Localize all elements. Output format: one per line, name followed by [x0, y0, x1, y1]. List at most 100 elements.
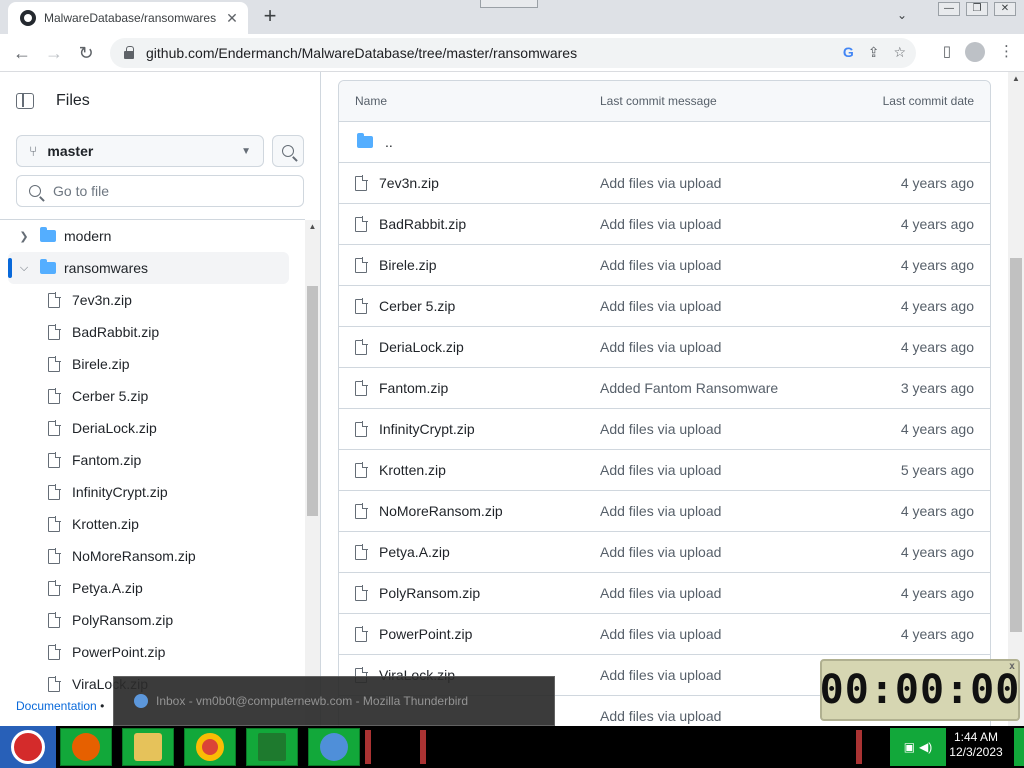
lock-icon[interactable] [124, 46, 134, 59]
file-name-link[interactable]: PowerPoint.zip [379, 626, 472, 642]
documentation-link[interactable]: Documentation [16, 699, 97, 713]
tree-file[interactable]: Cerber 5.zip [0, 380, 305, 412]
countdown-clock-widget[interactable]: 00:00:00 x [820, 659, 1020, 721]
commit-message-link[interactable]: Add files via upload [600, 421, 800, 437]
taskbar-preview-popup[interactable]: Inbox - vm0b0t@computernewb.com - Mozill… [113, 676, 555, 726]
tree-file[interactable]: Krotten.zip [0, 508, 305, 540]
commit-message-link[interactable]: Add files via upload [600, 175, 800, 191]
table-row[interactable]: Cerber 5.zip Add files via upload 4 years … [339, 286, 990, 327]
commit-message-link[interactable]: Add files via upload [600, 216, 800, 232]
new-tab-button[interactable]: + [258, 5, 282, 29]
tree-item-ransomwares[interactable]: ⌵ ransomwares [8, 252, 289, 284]
scrollbar-thumb[interactable] [1010, 258, 1022, 632]
minimize-button[interactable]: — [938, 2, 960, 16]
taskbar-firefox[interactable] [60, 728, 112, 766]
search-button[interactable] [272, 135, 304, 167]
tree-file[interactable]: Petya.A.zip [0, 572, 305, 604]
file-name-link[interactable]: NoMoreRansom.zip [379, 503, 503, 519]
file-name-link[interactable]: BadRabbit.zip [379, 216, 466, 232]
system-tray[interactable]: ▣ ◀) [890, 728, 946, 766]
collapse-panel-icon[interactable] [16, 93, 34, 109]
tab-close-icon[interactable]: ✕ [224, 10, 240, 27]
commit-message-link[interactable]: Add files via upload [600, 257, 800, 273]
window-grip[interactable] [480, 0, 538, 8]
tree-file[interactable]: NoMoreRansom.zip [0, 540, 305, 572]
close-window-button[interactable]: ✕ [994, 2, 1016, 16]
commit-message-link[interactable]: Add files via upload [600, 339, 800, 355]
table-row[interactable]: DeriaLock.zip Add files via upload 4 years… [339, 327, 990, 368]
tab-search-icon[interactable]: ⌄ [897, 8, 907, 22]
file-name-link[interactable]: Fantom.zip [379, 380, 448, 396]
table-row[interactable]: InfinityCrypt.zip Add files via upload 4 y… [339, 409, 990, 450]
side-panel-icon[interactable]: ▯ [943, 42, 951, 62]
tree-file[interactable]: PowerPoint.zip [0, 636, 305, 668]
file-name-link[interactable]: 7ev3n.zip [379, 175, 439, 191]
network-icon[interactable]: ▣ [904, 740, 915, 754]
table-row[interactable]: BadRabbit.zip Add files via upload 4 years… [339, 204, 990, 245]
commit-message-link[interactable]: Add files via upload [600, 462, 800, 478]
file-name-link[interactable]: PolyRansom.zip [379, 585, 480, 601]
tree-file[interactable]: BadRabbit.zip [0, 316, 305, 348]
file-name-link[interactable]: Krotten.zip [379, 462, 446, 478]
table-row[interactable]: NoMoreRansom.zip Add files via upload 4 ye… [339, 491, 990, 532]
commit-message-link[interactable]: Add files via upload [600, 544, 800, 560]
table-row[interactable]: PowerPoint.zip Add files via upload 4 year… [339, 614, 990, 655]
table-row[interactable]: Petya.A.zip Add files via upload 4 years a… [339, 532, 990, 573]
file-name-link[interactable]: InfinityCrypt.zip [379, 421, 475, 437]
start-button[interactable] [0, 726, 56, 768]
commit-message-link[interactable]: Add files via upload [600, 708, 800, 724]
sidebar-scrollbar[interactable]: ▲ [305, 220, 320, 726]
taskbar-clock[interactable]: 1:44 AM 12/3/2023 [946, 730, 1006, 760]
tree-file[interactable]: Birele.zip [0, 348, 305, 380]
tree-file[interactable]: PolyRansom.zip [0, 604, 305, 636]
branch-selector[interactable]: ⑂ master ▼ [16, 135, 264, 167]
table-row[interactable]: 7ev3n.zip Add files via upload 4 years ago [339, 163, 990, 204]
reload-button[interactable]: ↻ [74, 41, 98, 65]
volume-icon[interactable]: ◀) [919, 740, 932, 754]
tree-file[interactable]: DeriaLock.zip [0, 412, 305, 444]
table-row[interactable]: PolyRansom.zip Add files via upload 4 year… [339, 573, 990, 614]
taskbar-explorer[interactable] [122, 728, 174, 766]
commit-message-link[interactable]: Added Fantom Ransomware [600, 380, 800, 396]
table-row[interactable]: Birele.zip Add files via upload 4 years ag… [339, 245, 990, 286]
tree-item-modern[interactable]: ❯ modern [0, 220, 305, 252]
file-name-link[interactable]: DeriaLock.zip [379, 339, 464, 355]
tree-file[interactable]: InfinityCrypt.zip [0, 476, 305, 508]
browser-tab[interactable]: MalwareDatabase/ransomwares ✕ [8, 2, 248, 34]
maximize-button[interactable]: ❐ [966, 2, 988, 16]
chevron-right-icon[interactable]: ❯ [16, 230, 32, 243]
chevron-down-icon[interactable]: ⌵ [16, 262, 32, 275]
google-lens-icon[interactable]: G [843, 44, 854, 61]
commit-message-link[interactable]: Add files via upload [600, 503, 800, 519]
show-desktop-button[interactable] [1014, 728, 1024, 766]
file-name-link[interactable]: Cerber 5.zip [379, 298, 455, 314]
share-icon[interactable]: ⇪ [868, 44, 880, 61]
table-row[interactable]: Krotten.zip Add files via upload 5 years a… [339, 450, 990, 491]
go-to-file-input[interactable]: Go to file [16, 175, 304, 207]
widget-close-icon[interactable]: x [1009, 661, 1016, 672]
taskbar-tree-app[interactable] [246, 728, 298, 766]
taskbar-chrome[interactable] [184, 728, 236, 766]
scrollbar-thumb[interactable] [307, 286, 318, 516]
commit-message-link[interactable]: Add files via upload [600, 667, 800, 683]
commit-message-link[interactable]: Add files via upload [600, 626, 800, 642]
tree-file[interactable]: Fantom.zip [0, 444, 305, 476]
taskbar-thunderbird[interactable] [308, 728, 360, 766]
forward-button[interactable]: → [42, 41, 66, 65]
table-row[interactable]: Fantom.zip Added Fantom Ransomware 3 years… [339, 368, 990, 409]
parent-directory-link[interactable]: .. [385, 134, 393, 150]
scroll-up-icon[interactable]: ▲ [305, 220, 320, 231]
parent-directory-row[interactable]: .. [339, 122, 990, 163]
commit-message-link[interactable]: Add files via upload [600, 585, 800, 601]
profile-avatar-icon[interactable] [965, 42, 985, 62]
tree-file[interactable]: 7ev3n.zip [0, 284, 305, 316]
back-button[interactable]: ← [10, 41, 34, 65]
menu-kebab-icon[interactable]: ⋮ [999, 42, 1014, 62]
file-name-link[interactable]: Birele.zip [379, 257, 437, 273]
commit-message-link[interactable]: Add files via upload [600, 298, 800, 314]
bookmark-star-icon[interactable]: ☆ [893, 44, 906, 61]
url-bar[interactable]: github.com/Endermanch/MalwareDatabase/tr… [110, 38, 916, 68]
scroll-up-icon[interactable]: ▲ [1008, 72, 1024, 83]
file-name-link[interactable]: Petya.A.zip [379, 544, 450, 560]
page-scrollbar[interactable]: ▲ [1008, 72, 1024, 726]
